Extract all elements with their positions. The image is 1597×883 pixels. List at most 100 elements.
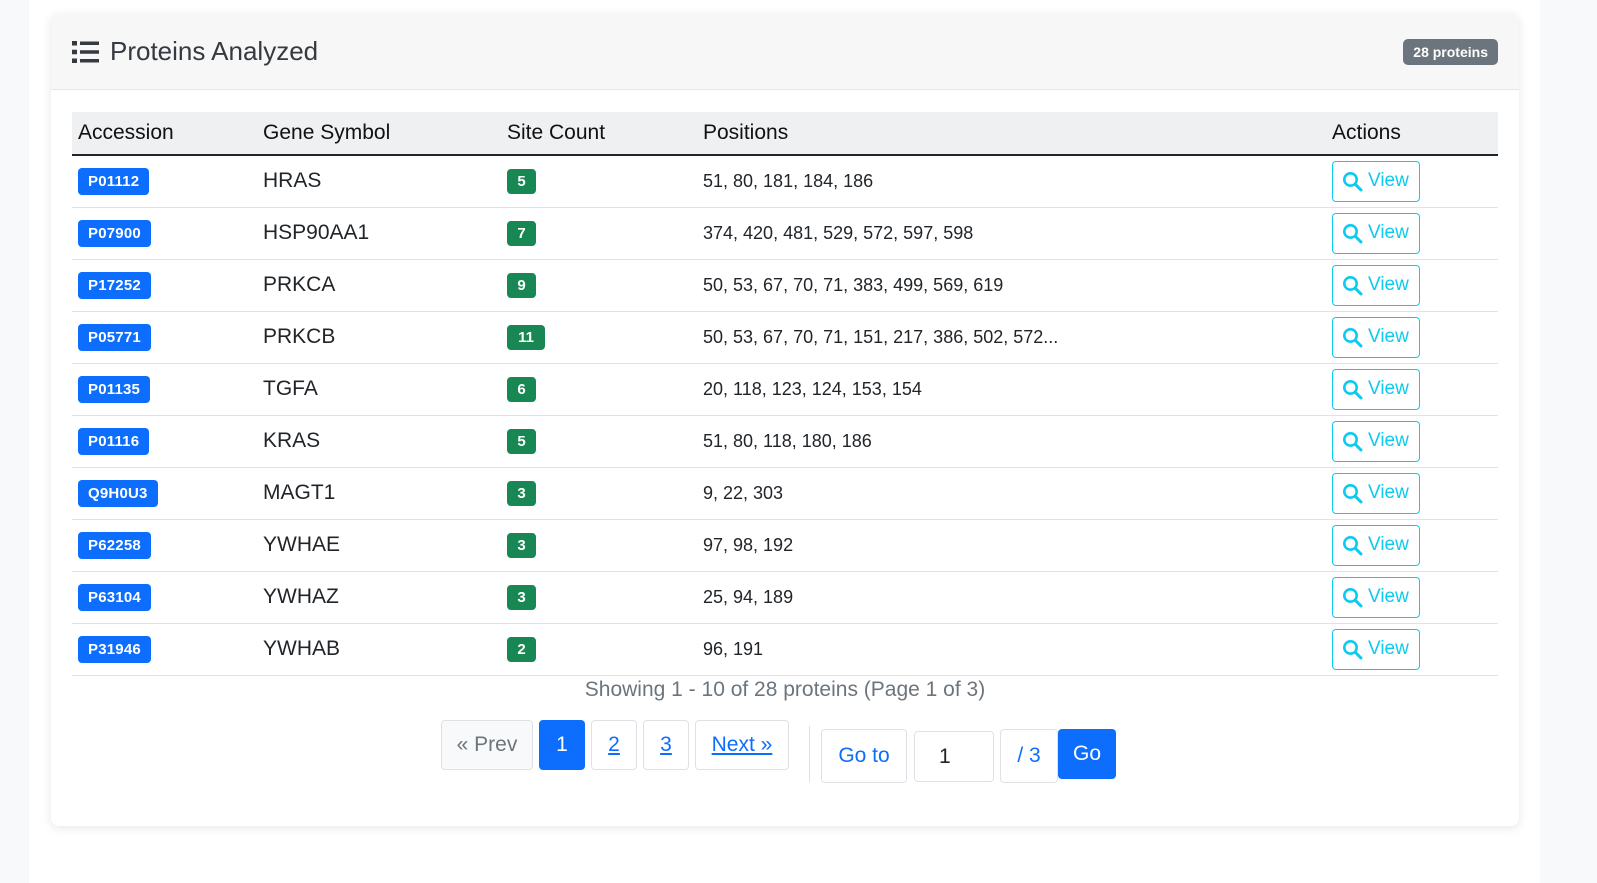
view-button[interactable]: View (1332, 368, 1420, 410)
next-page-button[interactable]: Next » (695, 720, 789, 770)
accession-cell: P63104 (72, 571, 257, 623)
pagination-divider (809, 726, 810, 782)
accession-cell: P01135 (72, 363, 257, 415)
view-button[interactable]: View (1332, 160, 1420, 202)
card-title: Proteins Analyzed (72, 36, 318, 67)
table-row: P17252 PRKCA 9 50, 53, 67, 70, 71, 383, 499… (72, 259, 1498, 311)
card-header: Proteins Analyzed 28 proteins (51, 14, 1519, 90)
go-button[interactable]: Go (1058, 729, 1116, 779)
goto-label: Go to (821, 729, 907, 783)
table-row: P01135 TGFA 6 20, 118, 123, 124, 153, 154 Vi… (72, 363, 1498, 415)
accession-badge: P07900 (78, 219, 151, 247)
accession-badge: P01112 (78, 167, 150, 195)
view-button-label: View (1368, 222, 1409, 243)
gene-cell: TGFA (257, 363, 501, 415)
site-count-badge: 7 (507, 220, 536, 246)
view-button[interactable]: View (1332, 212, 1420, 254)
accession-cell: P17252 (72, 259, 257, 311)
view-button[interactable]: View (1332, 576, 1420, 618)
site-count-badge: 6 (507, 376, 536, 402)
accession-badge: P05771 (78, 323, 151, 351)
site-count-badge: 2 (507, 636, 536, 662)
site-count-badge: 3 (507, 584, 536, 610)
gene-cell: YWHAB (257, 623, 501, 675)
view-button-label: View (1368, 534, 1409, 555)
gene-cell: KRAS (257, 415, 501, 467)
positions-cell: 96, 191 (697, 623, 1326, 675)
page-1-button[interactable]: 1 (539, 720, 585, 770)
goto-page-input[interactable] (914, 731, 994, 782)
page-2-button[interactable]: 2 (591, 720, 637, 770)
view-button-label: View (1368, 586, 1409, 607)
table-header-row: Accession Gene Symbol Site Count Positio… (72, 112, 1498, 155)
protein-count-badge: 28 proteins (1403, 39, 1498, 65)
positions-text: 50, 53, 67, 70, 71, 383, 499, 569, 619 (703, 274, 1004, 295)
site-count-cell: 3 (501, 571, 697, 623)
accession-cell: P62258 (72, 519, 257, 571)
positions-cell: 51, 80, 118, 180, 186 (697, 415, 1326, 467)
table-row: P31946 YWHAB 2 96, 191 View (72, 623, 1498, 675)
view-button[interactable]: View (1332, 524, 1420, 566)
column-header-actions: Actions (1332, 121, 1401, 144)
gene-symbol: HRAS (263, 169, 322, 193)
positions-cell: 50, 53, 67, 70, 71, 151, 217, 386, 502, … (697, 311, 1326, 363)
site-count-badge: 3 (507, 532, 536, 558)
table-row: P63104 YWHAZ 3 25, 94, 189 View (72, 571, 1498, 623)
gene-symbol: TGFA (263, 377, 318, 400)
view-button[interactable]: View (1332, 316, 1420, 358)
site-count-badge: 5 (507, 428, 536, 454)
view-button[interactable]: View (1332, 472, 1420, 514)
actions-cell: View (1326, 571, 1498, 623)
column-header-site-count: Site Count (507, 121, 606, 144)
positions-text: 374, 420, 481, 529, 572, 597, 598 (703, 222, 974, 243)
search-icon (1343, 223, 1363, 243)
view-button[interactable]: View (1332, 264, 1420, 306)
positions-cell: 97, 98, 192 (697, 519, 1326, 571)
view-button-label: View (1368, 378, 1409, 399)
site-count-cell: 3 (501, 467, 697, 519)
site-count-badge: 3 (507, 480, 536, 506)
search-icon (1343, 275, 1363, 295)
site-count-badge: 9 (507, 272, 536, 298)
accession-badge: P01116 (78, 427, 150, 455)
view-button[interactable]: View (1332, 628, 1420, 670)
view-button[interactable]: View (1332, 420, 1420, 462)
site-count-badge: 5 (507, 168, 536, 194)
gene-cell: PRKCB (257, 311, 501, 363)
card-title-text: Proteins Analyzed (110, 36, 319, 66)
view-button-label: View (1368, 638, 1409, 659)
column-header-accession: Accession (78, 121, 174, 144)
view-button-label: View (1368, 170, 1409, 192)
positions-cell: 374, 420, 481, 529, 572, 597, 598 (697, 207, 1326, 259)
gene-cell: HRAS (257, 155, 501, 207)
view-button-label: View (1368, 482, 1409, 503)
search-icon (1343, 639, 1363, 659)
site-count-cell: 11 (501, 311, 697, 363)
accession-cell: P01112 (72, 155, 257, 207)
search-icon (1343, 327, 1363, 347)
positions-text: 50, 53, 67, 70, 71, 151, 217, 386, 502, … (703, 326, 1059, 347)
accession-badge: Q9H0U3 (78, 479, 158, 507)
gene-cell: HSP90AA1 (257, 207, 501, 259)
table-row: Q9H0U3 MAGT1 3 9, 22, 303 View (72, 467, 1498, 519)
accession-badge: P31946 (78, 635, 151, 663)
view-button-label: View (1368, 274, 1409, 295)
positions-text: 20, 118, 123, 124, 153, 154 (703, 378, 922, 399)
search-icon (1343, 535, 1363, 555)
positions-cell: 50, 53, 67, 70, 71, 383, 499, 569, 619 (697, 259, 1326, 311)
gene-cell: PRKCA (257, 259, 501, 311)
positions-text: 97, 98, 192 (703, 534, 794, 555)
site-count-cell: 9 (501, 259, 697, 311)
site-count-cell: 5 (501, 155, 697, 207)
column-header-gene-symbol: Gene Symbol (263, 121, 391, 144)
prev-page-button[interactable]: « Prev (441, 720, 533, 770)
goto-total-pages: / 3 (1000, 729, 1058, 783)
page-3-button[interactable]: 3 (643, 720, 689, 770)
table-body: P01112 HRAS 5 51, 80, 181, 184, 186 View P079… (72, 155, 1498, 675)
accession-badge: P17252 (78, 271, 151, 299)
actions-cell: View (1326, 311, 1498, 363)
site-count-cell: 2 (501, 623, 697, 675)
gene-cell: MAGT1 (257, 467, 501, 519)
gene-symbol: HSP90AA1 (263, 221, 370, 244)
positions-text: 9, 22, 303 (703, 482, 784, 503)
